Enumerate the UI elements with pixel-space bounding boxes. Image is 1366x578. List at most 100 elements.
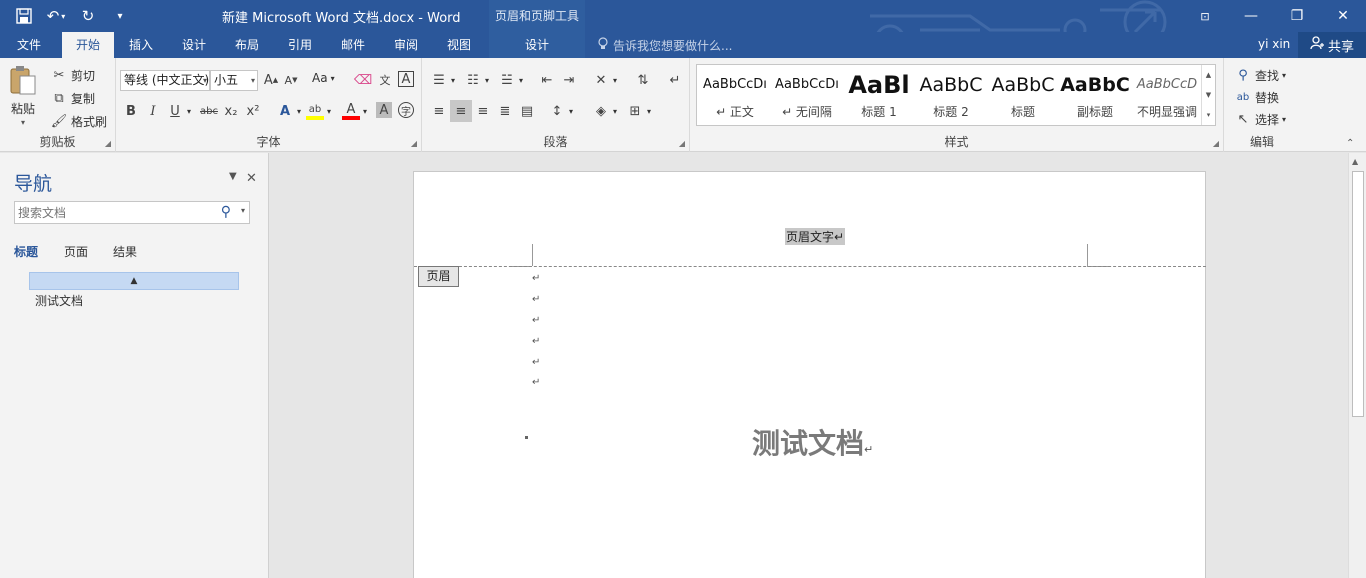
dialog-launcher-icon[interactable]: ◢ [411, 139, 417, 148]
text-effects-button[interactable]: A ▾ [276, 102, 301, 120]
justify-button[interactable]: ≣ [496, 102, 514, 120]
clear-formatting-button[interactable]: ⌫ [354, 71, 372, 89]
show-marks-button[interactable]: ↵ [666, 71, 684, 89]
character-shading-button[interactable]: A [376, 102, 392, 118]
nav-tab-results[interactable]: 结果 [113, 243, 137, 260]
bullets-button[interactable]: ☰ ▾ [430, 71, 455, 89]
tab-references[interactable]: 引用 [277, 32, 323, 58]
strikethrough-button[interactable]: abc [198, 102, 220, 120]
tab-home[interactable]: 开始 [62, 32, 114, 58]
subscript-button[interactable]: x₂ [222, 102, 240, 120]
dialog-launcher-icon[interactable]: ◢ [105, 139, 111, 148]
borders-button[interactable]: ⊞ ▾ [626, 102, 651, 120]
redo-icon[interactable]: ↻ [72, 4, 104, 28]
font-name-combo[interactable]: 等线 (中文正文) ▾ [120, 70, 210, 91]
scroll-up-icon[interactable]: ▲ [1352, 157, 1358, 166]
enclose-characters-button[interactable]: 字 [398, 102, 414, 118]
tab-view[interactable]: 视图 [436, 32, 482, 58]
tab-insert[interactable]: 插入 [118, 32, 164, 58]
phonetic-guide-button[interactable]: 文 [376, 71, 394, 89]
search-icon[interactable]: ⚲ [221, 204, 231, 220]
chevron-down-icon[interactable]: ▼ [1206, 91, 1211, 99]
dialog-launcher-icon[interactable]: ◢ [1213, 139, 1219, 148]
search-input[interactable] [15, 202, 211, 223]
style-subtitle[interactable]: AaBbC 副标题 [1059, 65, 1131, 125]
sort-button[interactable]: ⇅ [634, 71, 652, 89]
numbering-button[interactable]: ☷ ▾ [464, 71, 489, 89]
style-heading-2[interactable]: AaBbC 标题 2 [915, 65, 987, 125]
style-no-spacing[interactable]: AaBbCcDı ↵ 无间隔 [771, 65, 843, 125]
tab-review[interactable]: 审阅 [383, 32, 429, 58]
change-case-button[interactable]: Aa ▾ [312, 71, 335, 85]
paste-button[interactable]: 粘贴 ▾ [8, 64, 38, 127]
shading-button[interactable]: ◈ ▾ [592, 102, 617, 120]
tab-layout[interactable]: 布局 [224, 32, 270, 58]
italic-button[interactable]: I [144, 102, 162, 120]
scrollbar-thumb[interactable] [1352, 171, 1364, 417]
close-icon[interactable]: ✕ [1320, 0, 1366, 32]
header-text[interactable]: 页眉文字↵ [785, 228, 846, 245]
chevron-down-icon[interactable]: ▾ [241, 206, 245, 215]
chevron-up-icon[interactable]: ▲ [1206, 71, 1211, 79]
bold-button[interactable]: B [122, 102, 140, 120]
find-button[interactable]: ⚲ 查找 ▾ [1234, 66, 1286, 84]
nav-options-icon[interactable]: ▼ [229, 171, 237, 182]
save-icon[interactable] [8, 4, 40, 28]
styles-gallery-scroll[interactable]: ▲ ▼ ▾ [1201, 65, 1215, 125]
restore-icon[interactable]: ❐ [1274, 0, 1320, 32]
collapse-ribbon-icon[interactable]: ⌃ [1346, 138, 1354, 149]
nav-tab-pages[interactable]: 页面 [64, 243, 88, 260]
grow-font-button[interactable]: A ▲ [262, 71, 280, 89]
align-center-button[interactable]: ≡ [450, 100, 472, 122]
vertical-scrollbar[interactable]: ▲ [1348, 153, 1366, 578]
select-button[interactable]: ↖ 选择 ▾ [1234, 110, 1286, 128]
document-title[interactable]: 测试文档↵ [752, 422, 873, 462]
style-subtle-emphasis[interactable]: AaBbCcD 不明显强调 [1131, 65, 1203, 125]
style-normal[interactable]: AaBbCcDı ↵ 正文 [699, 65, 771, 125]
highlighter-icon: ab [306, 102, 324, 120]
align-left-icon: ≡ [433, 103, 445, 119]
chinese-layout-button[interactable]: ✕ ▾ [592, 71, 617, 89]
shrink-font-button[interactable]: A ▼ [282, 71, 300, 89]
underline-button[interactable]: U ▾ [166, 102, 191, 120]
align-right-button[interactable]: ≡ [474, 102, 492, 120]
format-painter-button[interactable]: 🖌 格式刷 [50, 112, 107, 130]
more-styles-icon[interactable]: ▾ [1207, 111, 1211, 119]
character-border-button[interactable]: A [398, 71, 414, 87]
undo-icon[interactable]: ↶ ▾ [40, 4, 72, 28]
style-title[interactable]: AaBbC 标题 [987, 65, 1059, 125]
decrease-indent-button[interactable]: ⇤ [538, 71, 556, 89]
customize-qat-icon[interactable]: ▾ [104, 4, 136, 28]
align-left-button[interactable]: ≡ [430, 102, 448, 120]
tab-mailings[interactable]: 邮件 [330, 32, 376, 58]
dialog-launcher-icon[interactable]: ◢ [679, 139, 685, 148]
minimize-icon[interactable]: — [1228, 0, 1274, 32]
font-size-combo[interactable]: 小五 ▾ [210, 70, 258, 91]
line-spacing-button[interactable]: ↕ ▾ [548, 102, 573, 120]
increase-indent-button[interactable]: ⇥ [560, 71, 578, 89]
document-page[interactable]: 页眉文字↵ 页眉 ↵ ↵ ↵ ↵ ↵ ↵ 测试文档↵ [413, 171, 1206, 578]
share-button[interactable]: 共享 [1298, 32, 1366, 58]
multilevel-list-button[interactable]: ☱ ▾ [498, 71, 523, 89]
tab-design[interactable]: 设计 [171, 32, 217, 58]
style-heading-1[interactable]: AaBl 标题 1 [843, 65, 915, 125]
close-icon[interactable]: ✕ [246, 171, 257, 186]
highlight-button[interactable]: ab ▾ [306, 102, 331, 120]
nav-heading-item[interactable]: 测试文档 [35, 292, 83, 309]
nav-search-box[interactable]: ⚲ ▾ [14, 201, 250, 224]
font-color-button[interactable]: A ▾ [342, 102, 367, 120]
ribbon-display-options-icon[interactable]: ⊡ [1182, 0, 1228, 32]
user-name[interactable]: yi xin [1258, 37, 1290, 51]
nav-tab-headings[interactable]: 标题 [14, 243, 38, 260]
distributed-button[interactable]: ▤ [518, 102, 536, 120]
align-center-icon: ≡ [455, 103, 467, 119]
tab-header-footer-design[interactable]: 设计 [489, 32, 585, 58]
tab-file[interactable]: 文件 [0, 32, 58, 58]
nav-heading-collapse-bar[interactable]: ▲ [29, 272, 239, 290]
cut-button[interactable]: ✂ 剪切 [50, 66, 95, 84]
superscript-button[interactable]: x² [244, 102, 262, 120]
tell-me-box[interactable]: 告诉我您想要做什么... [598, 37, 732, 54]
copy-button[interactable]: ⧉ 复制 [50, 89, 95, 107]
replace-button[interactable]: ab 替换 [1234, 88, 1279, 106]
style-name: 标题 1 [861, 105, 897, 119]
